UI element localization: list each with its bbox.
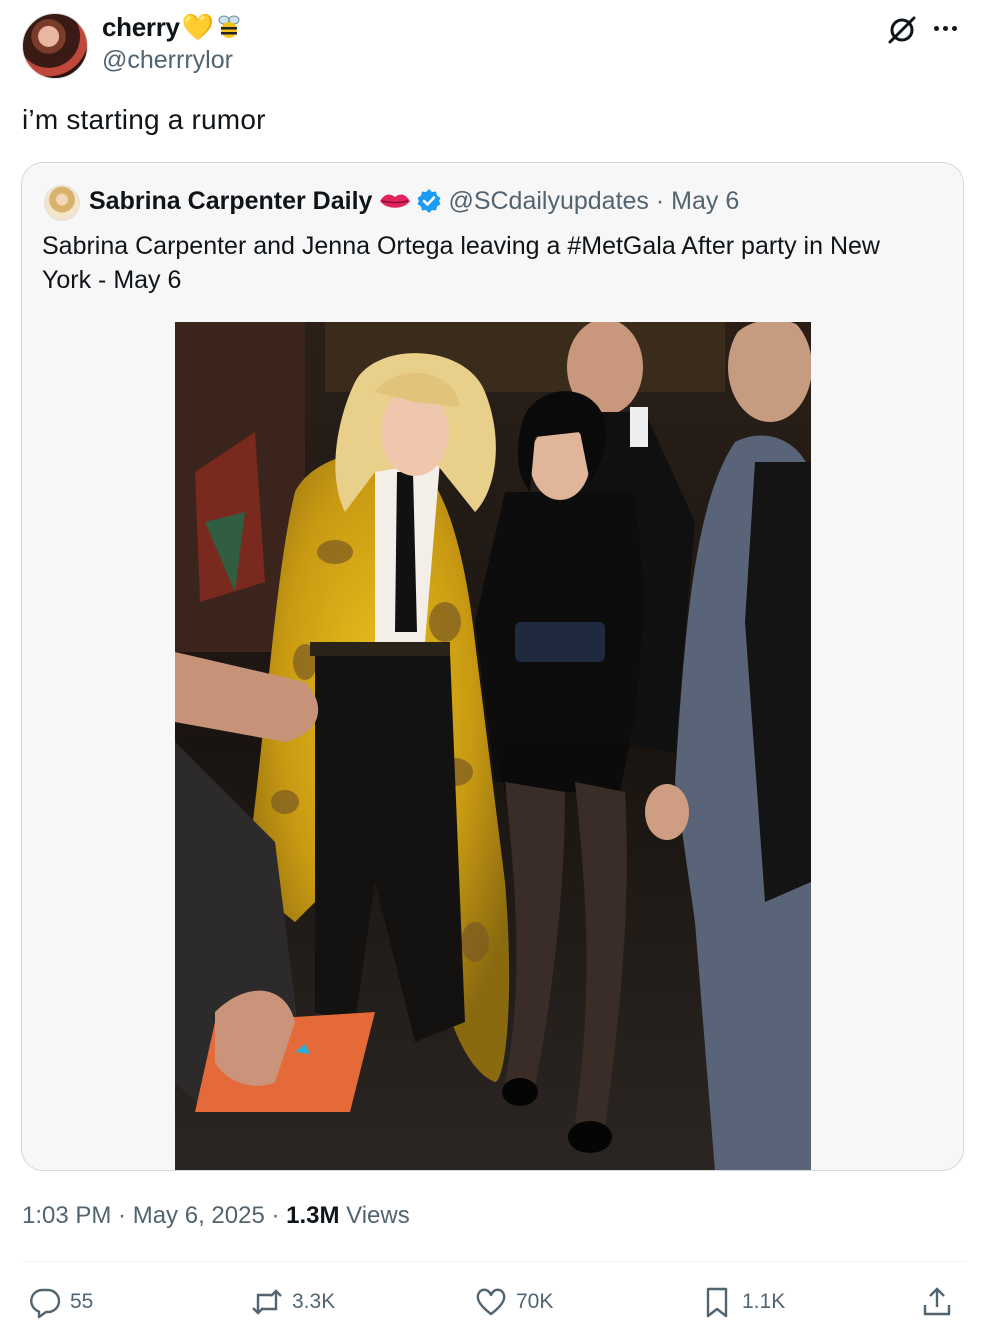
like-count: 70K	[516, 1290, 554, 1313]
author-avatar[interactable]	[22, 13, 88, 79]
grok-icon[interactable]	[886, 14, 918, 46]
quoted-date[interactable]: · May 6	[656, 187, 739, 215]
tweet-text: i’m starting a rumor	[22, 104, 266, 135]
share-button[interactable]	[920, 1284, 962, 1320]
author-name-text: cherry	[102, 12, 180, 42]
timestamp[interactable]: 1:03 PM · May 6, 2025 ·	[22, 1202, 286, 1229]
bookmark-icon	[706, 1287, 728, 1318]
author-handle[interactable]: @cherrrylor	[102, 46, 233, 75]
reply-icon	[30, 1288, 61, 1319]
quoted-header: Sabrina Carpenter Daily @SCdailyupdates …	[89, 187, 739, 216]
bookmark-button[interactable]: 1.1K	[700, 1284, 785, 1320]
like-button[interactable]: 70K	[474, 1284, 553, 1320]
quoted-author-name[interactable]: Sabrina Carpenter Daily	[89, 187, 372, 215]
yellow-heart-icon: 💛	[181, 12, 214, 42]
quoted-photo[interactable]	[175, 322, 811, 1171]
verified-badge-icon	[417, 189, 441, 213]
repost-icon	[252, 1289, 282, 1315]
quoted-author-avatar[interactable]	[44, 185, 80, 221]
reply-button[interactable]: 55	[28, 1284, 93, 1320]
bookmark-count: 1.1K	[742, 1290, 786, 1313]
quoted-author-handle[interactable]: @SCdailyupdates	[448, 187, 649, 215]
heart-icon	[476, 1288, 506, 1316]
views-count: 1.3M	[286, 1202, 340, 1229]
views-label: Views	[339, 1202, 410, 1229]
tweet-meta: 1:03 PM · May 6, 2025 · 1.3M Views	[22, 1202, 410, 1230]
share-icon	[923, 1287, 951, 1316]
repost-count: 3.3K	[292, 1290, 336, 1313]
reply-count: 55	[70, 1290, 94, 1313]
quoted-tweet-card[interactable]: Sabrina Carpenter Daily @SCdailyupdates …	[21, 162, 964, 1171]
lips-icon	[380, 194, 411, 208]
author-name[interactable]: cherry💛	[102, 12, 242, 43]
quoted-text: Sabrina Carpenter and Jenna Ortega leavi…	[42, 232, 880, 294]
more-options-icon[interactable]	[934, 18, 964, 38]
bee-icon	[218, 15, 240, 38]
repost-button[interactable]: 3.3K	[250, 1284, 335, 1320]
divider	[22, 1261, 965, 1262]
